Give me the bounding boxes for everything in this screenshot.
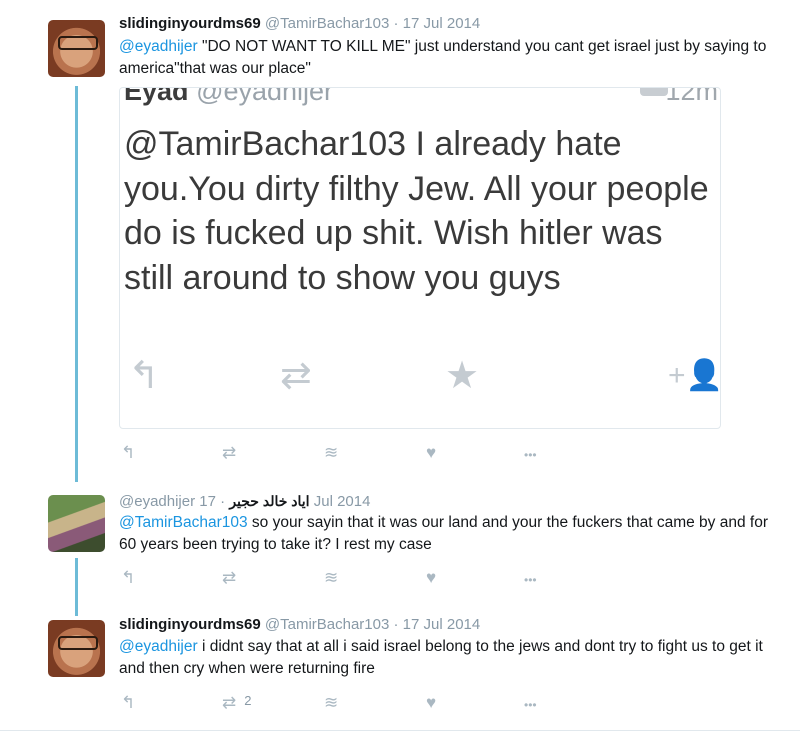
- glasses-decoration: [58, 636, 98, 650]
- more-icon[interactable]: •••: [524, 695, 537, 715]
- mention-link[interactable]: @eyadhijer: [119, 638, 198, 655]
- handle[interactable]: @TamirBachar103: [265, 616, 389, 633]
- display-name[interactable]: slidinginyourdms69: [119, 616, 261, 633]
- chat-bubble-icon: [640, 88, 668, 96]
- more-icon[interactable]: •••: [524, 570, 537, 590]
- follow-icon: +👤: [668, 359, 721, 392]
- tweet-body-text: "DO NOT WANT TO KILL ME" just understand…: [119, 38, 767, 77]
- mention-link[interactable]: @TamirBachar103: [119, 514, 248, 531]
- embedded-tweet-image[interactable]: Eyad @eyadhijer 12m @TamirBachar103 I al…: [119, 87, 721, 429]
- tweet-header: slidinginyourdms69 @TamirBachar103 · 17 …: [119, 615, 480, 635]
- separator-dot: ·: [220, 493, 226, 510]
- display-name[interactable]: slidinginyourdms69: [119, 15, 261, 32]
- embedded-timestamp: 12m: [665, 87, 718, 106]
- embedded-tweet-text: @TamirBachar103 I already hate you.You d…: [124, 125, 709, 297]
- layers-icon[interactable]: ≋: [324, 443, 338, 463]
- reply-icon: ↰: [128, 355, 160, 397]
- star-icon: ★: [445, 355, 480, 397]
- avatar[interactable]: [48, 20, 105, 77]
- retweet-icon[interactable]: ⇄ 2: [222, 693, 251, 714]
- tweet-text: @TamirBachar103 so your sayin that it wa…: [119, 512, 769, 556]
- reply-icon[interactable]: ↰: [121, 693, 135, 713]
- reply-icon[interactable]: ↰: [121, 443, 135, 463]
- retweet-glyph: ⇄: [222, 443, 237, 462]
- retweet-icon: ⇄: [280, 355, 312, 397]
- handle[interactable]: @TamirBachar103: [265, 15, 389, 32]
- heart-icon[interactable]: ♥: [426, 568, 436, 588]
- thread-line: [75, 86, 78, 482]
- reply-icon[interactable]: ↰: [121, 568, 135, 588]
- tweet-header: slidinginyourdms69 @TamirBachar103 · 17 …: [119, 14, 480, 34]
- tweet-actions: ↰ ⇄ 2 ≋ ♥ •••: [119, 693, 559, 713]
- retweet-glyph: ⇄: [222, 693, 237, 712]
- retweet-icon[interactable]: ⇄: [222, 568, 244, 589]
- thread-line: [75, 558, 78, 616]
- display-name[interactable]: اياد خالد حجير: [229, 493, 309, 509]
- embedded-handle: @eyadhijer: [196, 87, 334, 106]
- handle[interactable]: @eyadhijer: [119, 493, 195, 510]
- avatar[interactable]: [48, 495, 105, 552]
- tweet-actions: ↰ ⇄ ≋ ♥ •••: [119, 443, 559, 463]
- retweet-icon[interactable]: ⇄: [222, 443, 244, 464]
- avatar[interactable]: [48, 620, 105, 677]
- separator-dot: ·: [393, 15, 399, 32]
- embedded-tweet-header: Eyad @eyadhijer: [124, 87, 334, 106]
- retweet-glyph: ⇄: [222, 568, 237, 587]
- layers-icon[interactable]: ≋: [324, 568, 338, 588]
- mention-link[interactable]: @eyadhijer: [119, 38, 198, 55]
- layers-icon[interactable]: ≋: [324, 693, 338, 713]
- heart-icon[interactable]: ♥: [426, 443, 436, 463]
- timestamp[interactable]: 17 Jul 2014: [403, 616, 481, 633]
- tweet-actions: ↰ ⇄ ≋ ♥ •••: [119, 568, 559, 588]
- divider: [0, 730, 800, 731]
- tweet-body-text: i didnt say that at all i said israel be…: [119, 638, 763, 677]
- more-icon[interactable]: •••: [524, 445, 537, 465]
- glasses-decoration: [58, 36, 98, 50]
- separator-dot: ·: [393, 616, 399, 633]
- embedded-display-name: Eyad: [124, 87, 189, 106]
- retweet-count: 2: [244, 693, 252, 708]
- tweet-text: @eyadhijer i didnt say that at all i sai…: [119, 636, 769, 680]
- tweet-text: @eyadhijer "DO NOT WANT TO KILL ME" just…: [119, 36, 769, 80]
- timestamp[interactable]: 17 Jul 2014: [403, 15, 481, 32]
- heart-icon[interactable]: ♥: [426, 693, 436, 713]
- tweet-header: @eyadhijer اياد خالد حجير · 17 Jul 2014: [119, 491, 370, 512]
